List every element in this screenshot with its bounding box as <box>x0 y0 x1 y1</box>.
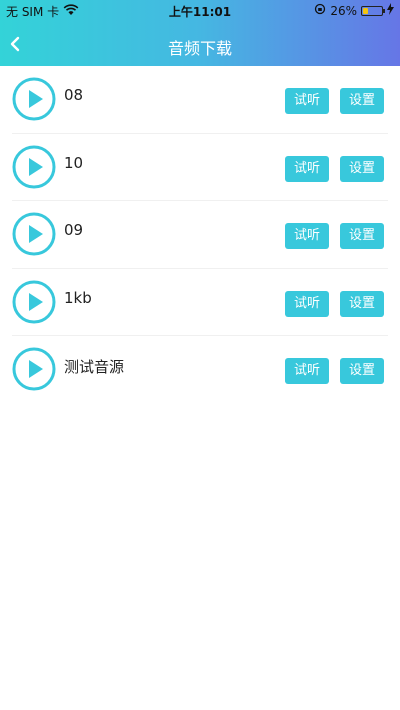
play-icon <box>12 212 56 256</box>
battery-percent: 26% <box>330 3 357 18</box>
try-listen-button[interactable]: 试听 <box>285 290 329 317</box>
play-icon <box>12 347 56 391</box>
list-item: 测试音源 试听 设置 <box>12 336 388 404</box>
list-item: 1kb 试听 设置 <box>12 269 388 336</box>
play-icon <box>12 77 56 121</box>
battery-fill <box>363 7 368 14</box>
settings-button[interactable]: 设置 <box>340 155 384 182</box>
play-button[interactable] <box>12 347 56 391</box>
audio-name: 10 <box>64 153 84 172</box>
audio-list: 08 试听 设置 10 试听 设置 09 试听 设置 1kb 试听 设置 测试音… <box>0 66 400 404</box>
try-listen-button[interactable]: 试听 <box>285 358 329 384</box>
audio-name: 09 <box>64 221 84 239</box>
try-listen-button[interactable]: 试听 <box>285 88 329 114</box>
play-button[interactable] <box>12 77 56 121</box>
play-icon <box>12 280 56 323</box>
navbar: 音频下载 <box>0 22 400 66</box>
play-button[interactable] <box>12 212 56 256</box>
settings-button[interactable]: 设置 <box>340 223 384 249</box>
settings-button[interactable]: 设置 <box>340 290 384 317</box>
settings-button[interactable]: 设置 <box>340 88 384 114</box>
status-bar: 无 SIM 卡 上午11:01 26% <box>0 0 400 20</box>
header: 无 SIM 卡 上午11:01 26% 音频下载 <box>0 0 400 66</box>
list-item: 10 试听 设置 <box>12 134 388 201</box>
audio-name: 测试音源 <box>64 358 125 376</box>
try-listen-button[interactable]: 试听 <box>285 155 329 182</box>
play-icon <box>12 145 56 188</box>
battery-icon <box>361 5 385 16</box>
audio-name: 08 <box>64 86 84 104</box>
orientation-lock-icon <box>314 3 326 18</box>
audio-name: 1kb <box>64 288 92 307</box>
charging-icon <box>387 3 394 18</box>
page-title: 音频下载 <box>167 39 232 58</box>
status-right: 26% <box>314 3 394 18</box>
settings-button[interactable]: 设置 <box>340 358 384 384</box>
list-item: 09 试听 设置 <box>12 201 388 269</box>
play-button[interactable] <box>12 145 56 189</box>
play-button[interactable] <box>12 280 56 324</box>
list-item: 08 试听 设置 <box>12 66 388 134</box>
try-listen-button[interactable]: 试听 <box>285 223 329 249</box>
